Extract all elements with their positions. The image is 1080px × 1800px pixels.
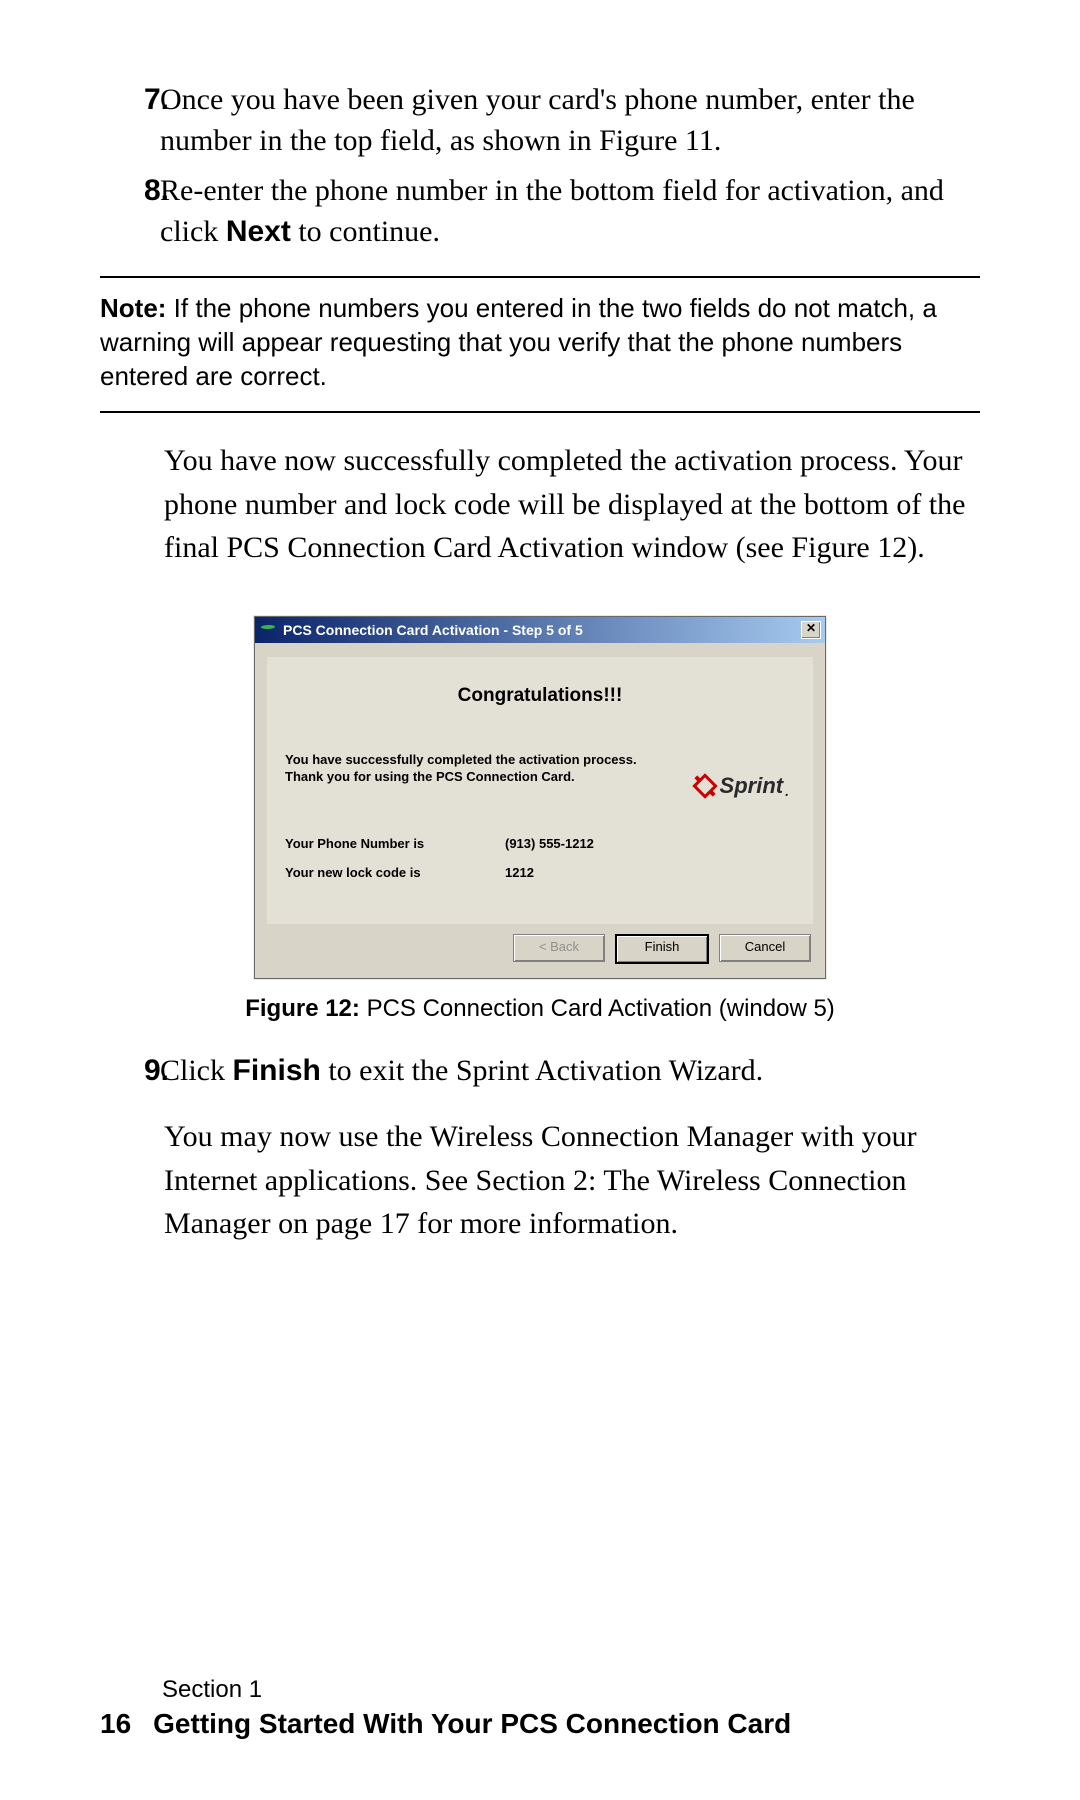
footer-title: Getting Started With Your PCS Connection… — [153, 1708, 791, 1739]
cancel-button[interactable]: Cancel — [719, 934, 811, 962]
document-page: 7. Once you have been given your card's … — [0, 0, 1080, 1800]
step-number: 9. — [100, 1051, 160, 1092]
lock-code-label: Your new lock code is — [285, 865, 505, 880]
paragraph-success: You have now successfully completed the … — [164, 439, 980, 570]
paragraph-after: You may now use the Wireless Connection … — [164, 1115, 980, 1246]
note-label: Note: — [100, 293, 174, 323]
dialog-title-bar: PCS Connection Card Activation - Step 5 … — [255, 617, 825, 643]
figure-caption-label: Figure 12: — [245, 995, 366, 1022]
step-number: 7. — [100, 80, 160, 161]
ordered-list-bottom: 9. Click Finish to exit the Sprint Activ… — [100, 1051, 980, 1092]
success-message: You have successfully completed the acti… — [285, 751, 655, 786]
dialog-body: Congratulations!!! You have successfully… — [267, 657, 813, 924]
dialog-button-row: < Back Finish Cancel — [255, 934, 825, 978]
sprint-dot: . — [785, 783, 789, 799]
step-7: 7. Once you have been given your card's … — [100, 80, 980, 161]
step-text: Re-enter the phone number in the bottom … — [160, 171, 980, 252]
step-number: 8. — [100, 171, 160, 252]
page-number: 16 — [100, 1708, 131, 1739]
step-text: Once you have been given your card's pho… — [160, 80, 980, 161]
step-text: Click Finish to exit the Sprint Activati… — [160, 1051, 980, 1092]
page-footer: Section 1 16 Getting Started With Your PC… — [100, 1676, 791, 1740]
footer-line: 16 Getting Started With Your PCS Connecti… — [100, 1708, 791, 1740]
step-bold: Finish — [233, 1054, 321, 1087]
step-bold: Next — [226, 215, 291, 248]
activation-dialog: PCS Connection Card Activation - Step 5 … — [254, 616, 826, 979]
figure-12: PCS Connection Card Activation - Step 5 … — [100, 616, 980, 979]
phone-number-value: (913) 555-1212 — [505, 836, 594, 851]
figure-caption: Figure 12: PCS Connection Card Activatio… — [100, 995, 980, 1023]
lock-code-value: 1212 — [505, 865, 534, 880]
step-9: 9. Click Finish to exit the Sprint Activ… — [100, 1051, 980, 1092]
phone-number-label: Your Phone Number is — [285, 836, 505, 851]
note-text: If the phone numbers you entered in the … — [100, 293, 937, 391]
note-box: Note: If the phone numbers you entered i… — [100, 276, 980, 413]
sprint-logo: Sprint. — [696, 773, 789, 799]
sprint-diamond-icon — [692, 773, 717, 798]
finish-button[interactable]: Finish — [615, 934, 709, 964]
back-button: < Back — [513, 934, 605, 962]
dialog-title: PCS Connection Card Activation - Step 5 … — [283, 622, 801, 638]
congrats-heading: Congratulations!!! — [285, 685, 795, 707]
step-8: 8. Re-enter the phone number in the bott… — [100, 171, 980, 252]
lock-code-row: Your new lock code is 1212 — [285, 865, 795, 880]
step-text-b: to exit the Sprint Activation Wizard. — [321, 1054, 763, 1087]
step-text-a: Click — [160, 1054, 233, 1087]
footer-section: Section 1 — [162, 1676, 791, 1704]
sprint-wordmark: Sprint — [720, 773, 784, 799]
phone-number-row: Your Phone Number is (913) 555-1212 — [285, 836, 795, 851]
app-icon — [261, 625, 277, 635]
figure-caption-text: PCS Connection Card Activation (window 5… — [367, 995, 835, 1022]
step-text-b: to continue. — [291, 215, 440, 248]
ordered-list-top: 7. Once you have been given your card's … — [100, 80, 980, 252]
close-button[interactable]: ✕ — [801, 621, 821, 639]
